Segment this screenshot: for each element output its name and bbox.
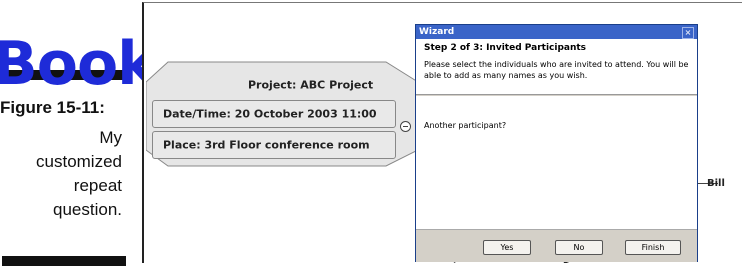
figure-label: Figure 15-11: [0,98,105,117]
caption-line: repeat [73,176,122,195]
wizard-title: Wizard [419,27,455,37]
caption-line: customized [36,152,122,171]
wizard-description: Please select the individuals who are in… [424,60,689,80]
date-node[interactable]: Date/Time: 20 October 2003 11:00 [152,100,396,128]
figure-caption: My customized repeat question. [0,126,122,222]
wizard-question: Another participant? [424,121,507,130]
caption-line: My [99,128,122,147]
wizard-step-title: Step 2 of 3: Invited Participants [424,43,587,53]
wizard-dialog: Wizard × Step 2 of 3: Invited Participan… [415,24,698,262]
project-label: Project: ABC Project [248,78,374,92]
wizard-footer: Yes No Finish [416,229,697,262]
margin-bar-bottom [2,256,126,266]
no-button[interactable]: No [555,240,603,255]
place-label: Place: 3rd Floor conference room [163,138,370,152]
wizard-body: Another participant? [416,96,697,229]
caption-line: question. [53,200,122,219]
project-node[interactable]: Project: ABC Project [164,73,389,97]
participant-node-label[interactable]: Bill [707,178,725,189]
place-node[interactable]: Place: 3rd Floor conference room [152,131,396,159]
yes-button[interactable]: Yes [483,240,531,255]
screenshot-frame: Project: ABC Project Date/Time: 20 Octob… [142,2,742,263]
collapse-toggle-icon[interactable] [400,121,411,132]
finish-button[interactable]: Finish [625,240,681,255]
wizard-titlebar[interactable]: Wizard × [416,25,697,39]
date-label: Date/Time: 20 October 2003 11:00 [163,107,377,121]
wizard-header: Step 2 of 3: Invited Participants Please… [416,39,697,95]
close-icon[interactable]: × [682,27,694,39]
